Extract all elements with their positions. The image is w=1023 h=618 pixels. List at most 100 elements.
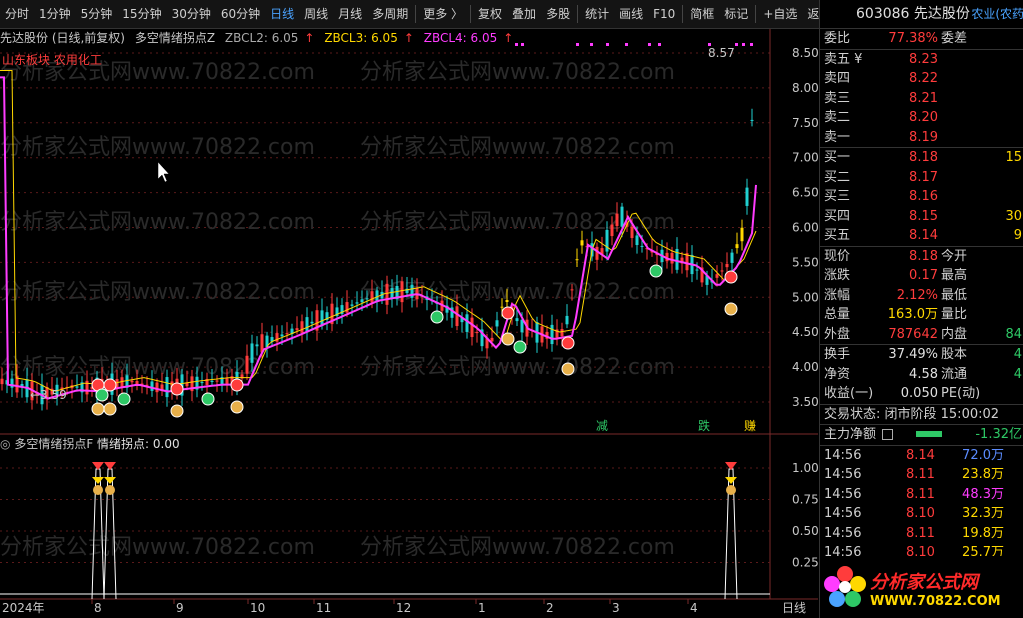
money-bag-icon bbox=[170, 404, 184, 418]
list-icon[interactable] bbox=[882, 429, 893, 440]
candle-body bbox=[255, 344, 259, 347]
candle-body bbox=[520, 319, 524, 333]
toolbar-separator bbox=[755, 5, 757, 23]
candle-body bbox=[75, 386, 79, 388]
toolbar-item-18[interactable]: 标记 bbox=[719, 0, 753, 28]
toolbar-item-17[interactable]: 简框 bbox=[685, 0, 719, 28]
period-label: 日线 bbox=[782, 601, 806, 615]
signal-dot bbox=[750, 43, 753, 46]
stat-value: 0.050 bbox=[900, 386, 938, 401]
ask-row[interactable]: 卖二 8.20 bbox=[820, 108, 1023, 128]
money-bag-icon bbox=[501, 332, 515, 346]
stat-label2: 流通 bbox=[941, 366, 968, 382]
candle-body bbox=[150, 381, 154, 391]
ask-row[interactable]: 卖三 8.21 bbox=[820, 89, 1023, 109]
main-chart-header: 先达股份 (日线,前复权) 多空情绪拐点Z ZBCL2: 6.05 ↑ ZBCL3… bbox=[0, 29, 519, 47]
zbcl4-label: ZBCL4: 6.05 bbox=[423, 31, 498, 45]
quote-label2: 内盘 bbox=[941, 326, 968, 342]
toolbar-item-5[interactable]: 60分钟 bbox=[216, 0, 265, 28]
indicator-name[interactable]: 多空情绪拐点Z bbox=[135, 31, 215, 45]
high-price-label: 8.57 bbox=[708, 46, 735, 60]
toolbar-item-11[interactable]: 复权 bbox=[473, 0, 507, 28]
main-flow-row[interactable]: 主力净额 -1.32亿 bbox=[820, 425, 1023, 445]
bid-row[interactable]: 买二 8.17 bbox=[820, 168, 1023, 188]
toolbar-item-1[interactable]: 1分钟 bbox=[34, 0, 76, 28]
circle-icon: ◎ bbox=[0, 437, 11, 451]
bid-price: 8.16 bbox=[909, 189, 938, 204]
quote-row: 总量 163.0万 量比 bbox=[820, 305, 1023, 325]
watermark-text: 分析家公式网www.70822.com bbox=[360, 135, 675, 160]
tick-row: 14:56 8.11 48.3万 bbox=[820, 485, 1023, 505]
bid-row[interactable]: 买五 8.14 9 bbox=[820, 226, 1023, 246]
candle-body bbox=[615, 213, 619, 226]
signal-dot bbox=[708, 43, 711, 46]
candle-body bbox=[470, 317, 474, 338]
candle-body bbox=[345, 302, 349, 313]
tick-volume: 48.3万 bbox=[962, 486, 1004, 502]
sub-indicator-name[interactable]: 多空情绪拐点F bbox=[14, 437, 93, 451]
ask-row[interactable]: 卖四 8.22 bbox=[820, 69, 1023, 89]
toolbar-separator bbox=[577, 5, 579, 23]
bid-row[interactable]: 买一 8.18 15 bbox=[820, 148, 1023, 168]
money-bag-icon bbox=[724, 302, 738, 316]
ask-price: 8.20 bbox=[909, 110, 938, 125]
candle-body bbox=[635, 235, 639, 246]
toolbar-item-13[interactable]: 多股 bbox=[541, 0, 575, 28]
candle-body bbox=[355, 302, 359, 304]
main-flow-bar bbox=[916, 431, 942, 437]
toolbar-item-10[interactable]: 更多 〉 bbox=[418, 0, 468, 28]
ask-row[interactable]: 卖一 8.19 bbox=[820, 128, 1023, 148]
candle-body bbox=[295, 328, 299, 331]
toolbar-item-6[interactable]: 日线 bbox=[265, 0, 299, 28]
toolbar-item-8[interactable]: 月线 bbox=[333, 0, 367, 28]
toolbar-item-3[interactable]: 15分钟 bbox=[117, 0, 166, 28]
toolbar-item-12[interactable]: 叠加 bbox=[507, 0, 541, 28]
toolbar-item-14[interactable]: 统计 bbox=[580, 0, 614, 28]
money-bag-icon bbox=[561, 362, 575, 376]
toolbar-item-2[interactable]: 5分钟 bbox=[76, 0, 118, 28]
quote-label: 涨跌 bbox=[824, 268, 851, 283]
chart-title: 先达股份 (日线,前复权) bbox=[0, 31, 125, 45]
ask-row[interactable]: 卖五 ¥ 8.23 bbox=[820, 50, 1023, 70]
bid-row[interactable]: 买三 8.16 bbox=[820, 187, 1023, 207]
toolbar-item-9[interactable]: 多周期 bbox=[367, 0, 413, 28]
up-arrow-icon: ↑ bbox=[304, 31, 315, 45]
candle-body bbox=[620, 206, 624, 227]
quote-row: 涨跌 0.17 最高 bbox=[820, 266, 1023, 286]
candle-body bbox=[0, 378, 4, 385]
kline-chart[interactable]: 8.50 8.00 7.50 7.00 6.50 6.00 5.50 5.00 4.50 4.00… bbox=[0, 29, 818, 618]
bid-volume: 9 bbox=[1013, 228, 1022, 243]
toolbar-item-7[interactable]: 周线 bbox=[299, 0, 333, 28]
tick-price: 8.11 bbox=[906, 525, 935, 541]
toolbar-item-16[interactable]: F10 bbox=[648, 0, 680, 28]
sub-marker-icon bbox=[92, 477, 104, 484]
signal-dot bbox=[648, 43, 651, 46]
stock-code-name: 603086 先达股份 bbox=[856, 6, 970, 22]
candle-body bbox=[200, 382, 204, 384]
toolbar-separator bbox=[470, 5, 472, 23]
stat-value2: 4 bbox=[1013, 347, 1022, 362]
y-tick-label: 4.00 bbox=[792, 360, 818, 374]
bid-row[interactable]: 买四 8.15 30 bbox=[820, 207, 1023, 227]
toolbar-item-4[interactable]: 30分钟 bbox=[167, 0, 216, 28]
toolbar-item-0[interactable]: 分时 bbox=[0, 0, 34, 28]
toolbar-item-15[interactable]: 画线 bbox=[614, 0, 648, 28]
candle-body bbox=[300, 321, 304, 333]
chart-area[interactable]: 8.50 8.00 7.50 7.00 6.50 6.00 5.50 5.00 4.50 4.00… bbox=[0, 29, 818, 618]
x-tick-label: 1 bbox=[478, 601, 486, 615]
event-marker-text: 减 bbox=[596, 419, 608, 433]
industry-tag[interactable]: 农业(农药 bbox=[971, 0, 1023, 28]
bid-label: 买二 bbox=[824, 169, 851, 185]
x-tick-label: 11 bbox=[316, 601, 331, 615]
candle-body bbox=[165, 377, 169, 398]
tick-time: 14:56 bbox=[824, 447, 862, 463]
toolbar-item-19[interactable]: +自选 bbox=[758, 0, 802, 28]
y-tick-label: 4.50 bbox=[792, 325, 818, 339]
ask-price: 8.23 bbox=[909, 51, 938, 67]
tick-row: 14:56 8.11 19.8万 bbox=[820, 524, 1023, 544]
signal-marker-icon bbox=[501, 306, 515, 320]
quote-value: 787642 bbox=[888, 326, 938, 342]
candle-body bbox=[210, 380, 214, 382]
ask-label: 卖五 ¥ bbox=[824, 51, 863, 67]
watermark-text: 分析家公式网www.70822.com bbox=[0, 135, 315, 160]
